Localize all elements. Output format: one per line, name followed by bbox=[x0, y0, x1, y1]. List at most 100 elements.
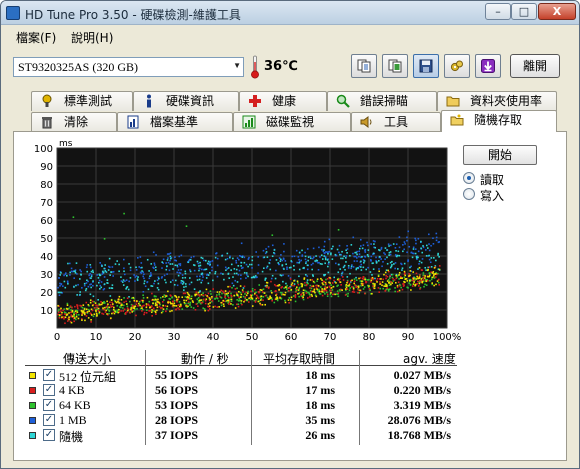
scatter-point bbox=[62, 316, 65, 318]
scatter-point bbox=[417, 277, 419, 280]
radio-read-indicator[interactable] bbox=[463, 172, 475, 184]
scatter-point bbox=[381, 265, 383, 268]
scatter-point bbox=[428, 233, 430, 236]
scatter-point bbox=[191, 300, 194, 302]
scatter-point bbox=[231, 282, 234, 285]
scatter-point bbox=[107, 303, 109, 306]
scatter-point bbox=[421, 280, 424, 283]
scatter-point bbox=[207, 309, 210, 312]
series-swatch bbox=[29, 372, 36, 379]
x-tick-label: 100% bbox=[433, 332, 461, 343]
close-button[interactable]: X bbox=[538, 3, 576, 20]
scatter-point bbox=[58, 311, 60, 313]
scatter-point bbox=[113, 306, 115, 309]
series-checkbox[interactable]: ✓ bbox=[43, 429, 55, 441]
scatter-point bbox=[87, 317, 90, 319]
scatter-point bbox=[198, 267, 201, 270]
scatter-point bbox=[103, 302, 105, 304]
scatter-point bbox=[58, 314, 61, 316]
scatter-point bbox=[400, 262, 402, 265]
scatter-point bbox=[157, 288, 160, 291]
scatter-point bbox=[254, 288, 256, 291]
scatter-point bbox=[224, 258, 227, 261]
scatter-point bbox=[398, 254, 401, 257]
tab-erase[interactable]: 清除 bbox=[31, 112, 117, 132]
scatter-point bbox=[232, 303, 234, 306]
tab-info[interactable]: 硬碟資訊 bbox=[133, 91, 239, 111]
series-checkbox[interactable]: ✓ bbox=[43, 384, 55, 396]
scatter-point bbox=[124, 280, 126, 282]
scatter-point bbox=[238, 296, 240, 299]
scatter-point bbox=[199, 299, 201, 302]
start-button[interactable]: 開始 bbox=[463, 145, 537, 165]
scatter-point bbox=[183, 301, 186, 304]
exit-button[interactable]: 離開 bbox=[510, 54, 560, 78]
scatter-point bbox=[262, 299, 264, 302]
radio-read[interactable]: 讀取 bbox=[463, 171, 553, 187]
download-button[interactable] bbox=[475, 54, 501, 78]
scatter-point bbox=[435, 276, 437, 278]
minimize-button[interactable]: – bbox=[485, 3, 511, 20]
scatter-point bbox=[106, 306, 108, 309]
scatter-point bbox=[326, 293, 329, 296]
tab-folder-usage[interactable]: 資料夾使用率 bbox=[437, 91, 557, 111]
drive-select[interactable]: ST9320325AS (320 GB) ▼ bbox=[13, 57, 244, 77]
menu-file[interactable]: 檔案(F) bbox=[16, 29, 56, 46]
scatter-point bbox=[168, 297, 171, 300]
scatter-point bbox=[83, 284, 86, 287]
scatter-point bbox=[248, 297, 250, 300]
series-checkbox[interactable]: ✓ bbox=[43, 414, 55, 426]
scatter-point bbox=[303, 294, 305, 296]
tab-error-scan[interactable]: 錯誤掃瞄 bbox=[327, 91, 437, 111]
scatter-point bbox=[104, 264, 106, 266]
scatter-point bbox=[100, 286, 103, 289]
scatter-point bbox=[363, 261, 365, 264]
scatter-point bbox=[162, 304, 164, 307]
scatter-point bbox=[83, 313, 86, 316]
series-checkbox[interactable]: ✓ bbox=[43, 399, 55, 411]
scatter-point bbox=[339, 253, 341, 256]
cell-access-time: 26 ms bbox=[305, 428, 335, 442]
menu-help[interactable]: 說明(H) bbox=[71, 29, 113, 46]
tab-random-access[interactable]: 隨機存取 bbox=[441, 110, 557, 132]
scatter-point bbox=[169, 310, 171, 313]
tab-benchmark[interactable]: 標準測試 bbox=[31, 91, 133, 111]
scatter-point bbox=[373, 243, 375, 245]
tab-tools[interactable]: 工具 bbox=[351, 112, 441, 132]
scatter-point bbox=[116, 260, 119, 262]
scatter-point bbox=[384, 290, 387, 292]
scatter-point bbox=[147, 303, 150, 306]
chevron-down-icon[interactable]: ▼ bbox=[233, 61, 241, 70]
scatter-point bbox=[207, 260, 210, 263]
scatter-point bbox=[304, 258, 307, 261]
series-checkbox[interactable]: ✓ bbox=[43, 369, 55, 381]
save-button[interactable] bbox=[413, 54, 439, 78]
scatter-point bbox=[325, 278, 327, 281]
copy-screenshot-button[interactable] bbox=[382, 54, 408, 78]
maximize-button[interactable]: □ bbox=[511, 3, 537, 20]
scatter-point bbox=[293, 265, 295, 267]
scatter-point bbox=[402, 283, 404, 285]
tab-disk-monitor[interactable]: 磁碟監視 bbox=[233, 112, 351, 132]
scatter-point bbox=[313, 290, 315, 293]
scatter-point bbox=[122, 304, 125, 307]
tab-health[interactable]: 健康 bbox=[239, 91, 327, 111]
radio-write[interactable]: 寫入 bbox=[463, 187, 553, 203]
copy-text-button[interactable] bbox=[351, 54, 377, 78]
options-button[interactable] bbox=[444, 54, 470, 78]
scatter-point bbox=[345, 261, 347, 263]
scatter-point bbox=[385, 277, 387, 280]
scatter-point bbox=[270, 280, 272, 283]
scatter-point bbox=[384, 271, 387, 274]
title-bar[interactable]: HD Tune Pro 3.50 - 硬碟檢測-維護工具 – □ X bbox=[1, 1, 579, 25]
scatter-point bbox=[419, 279, 421, 282]
scatter-point bbox=[370, 259, 372, 262]
radio-write-indicator[interactable] bbox=[463, 188, 475, 200]
scatter-point bbox=[415, 239, 417, 242]
scatter-point bbox=[86, 279, 88, 282]
scatter-point bbox=[178, 255, 181, 258]
scatter-point bbox=[58, 294, 61, 297]
tab-file-benchmark[interactable]: 檔案基準 bbox=[117, 112, 233, 132]
scatter-point bbox=[312, 256, 315, 259]
scatter-point bbox=[237, 258, 240, 261]
